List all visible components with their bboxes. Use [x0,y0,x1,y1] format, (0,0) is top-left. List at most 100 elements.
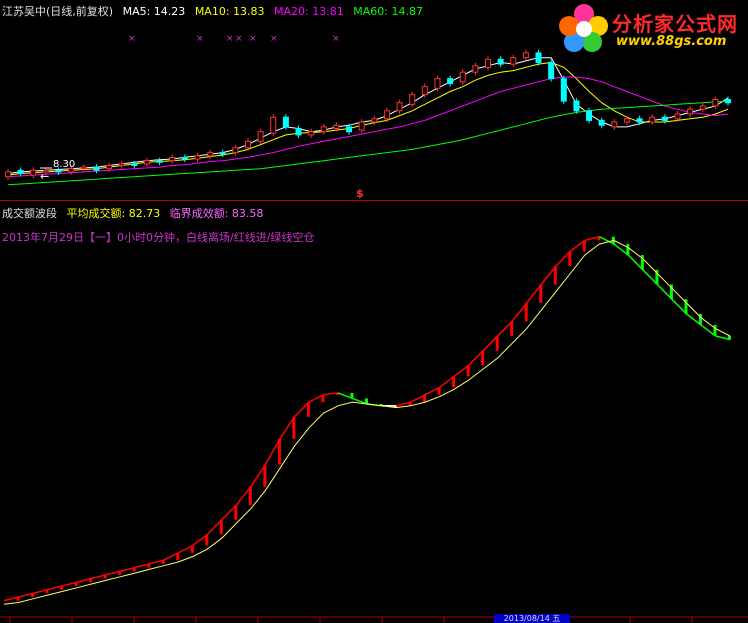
amount-bar [423,394,427,403]
candle [333,124,340,129]
pane-divider [0,200,748,201]
amount-segment [32,588,48,595]
candle [699,105,706,110]
signal-marker-icon: × [249,34,257,44]
candle [295,127,302,136]
candle [30,169,37,176]
amount-segment [497,320,513,337]
amount-segment [90,574,106,580]
amount-segment [584,235,600,242]
amount-bar [524,302,528,322]
amount-bar [248,486,252,506]
amount-bar [568,251,572,267]
candle [55,169,62,173]
amount-segment [555,250,571,267]
indicator-average-line [3,239,731,605]
amount-segment [540,265,557,285]
signal-marker-icon: × [226,34,234,44]
amount-segment [163,552,179,561]
amount-bar [132,567,136,572]
candle [93,166,100,171]
amount-bar [292,416,296,439]
candle [219,152,226,155]
amount-segment [76,577,92,583]
candle [434,78,441,89]
info-line: 2013年7月29日【一】0小时0分钟，白线离场/红线进/绿线空仓 [2,231,315,244]
amount-bar [190,545,194,553]
signal-marker-icon: × [270,34,278,44]
candle [447,78,454,84]
candle [207,152,214,157]
candle [358,121,365,131]
amount-segment [177,544,194,554]
amount-segment [337,392,353,400]
amount-bar [306,402,310,417]
amount-segment [47,585,63,591]
price-chart: × × × × × × × 8.30 ← $ [5,34,731,200]
indicator-header: 成交额波段 平均成交额: 82.73 临界成效额: 83.58 [2,205,269,221]
ma-line-ma5 [7,57,729,174]
amount-bar [103,574,107,579]
amount-segment [569,239,586,253]
indicator-name: 成交额波段 [2,207,57,220]
candle [17,169,24,175]
amount-segment [3,596,19,602]
candle [282,116,289,128]
amount-segment [134,563,150,569]
candle [535,52,542,64]
amount-segment [308,394,324,403]
amount-bar [74,582,78,586]
amount-bar [582,240,586,252]
date-cursor-box: 2013/08/14 五 [494,614,570,623]
left-arrow-icon: ← [40,170,49,183]
candle [472,65,479,73]
candle [636,118,643,123]
amount-bar [669,284,673,300]
candle [560,78,567,102]
candle [308,131,315,136]
price-low-label: 8.30 [53,159,75,170]
amount-segment [18,592,34,598]
amount-segment [700,324,716,337]
amount-bar [698,313,702,325]
amount-bar [437,387,441,395]
amount-bar [394,405,398,408]
candle [459,71,466,83]
candle [80,166,87,170]
candle [156,160,163,163]
avg-amount-label: 平均成交额: 82.73 [66,207,161,220]
amount-bar [626,244,630,256]
amount-segment [250,464,266,488]
amount-bar [365,398,368,404]
amount-bar [640,255,644,270]
candle [409,94,416,105]
candle [548,62,555,80]
signal-marker-icon: × [235,34,243,44]
signal-marker-icon: × [196,34,204,44]
amount-bar [335,392,339,395]
amount-segment [149,559,164,565]
amount-bar [321,394,325,403]
candle [396,102,403,112]
amount-bar [728,335,731,340]
amount-bar [219,519,223,535]
amount-segment [671,298,687,315]
amount-segment [235,486,252,506]
amount-segment [439,375,455,389]
candle [598,119,605,126]
amount-bar [684,299,688,314]
chart-window: { "top_header": { "title": "江苏吴中(日线,前复权)… [0,0,748,623]
candle [143,160,150,165]
critical-amount-label: 临界成效额: 83.58 [169,207,264,220]
candle [131,163,138,166]
amount-bar [234,505,238,520]
amount-bar [611,236,615,245]
amount-bar [495,335,499,351]
amount-bar [655,269,659,285]
amount-bar [553,266,557,285]
candle [522,52,529,59]
amount-bar [31,593,35,597]
amount-bar [205,534,209,546]
amount-bar [45,589,49,594]
amount-bar [481,350,485,366]
